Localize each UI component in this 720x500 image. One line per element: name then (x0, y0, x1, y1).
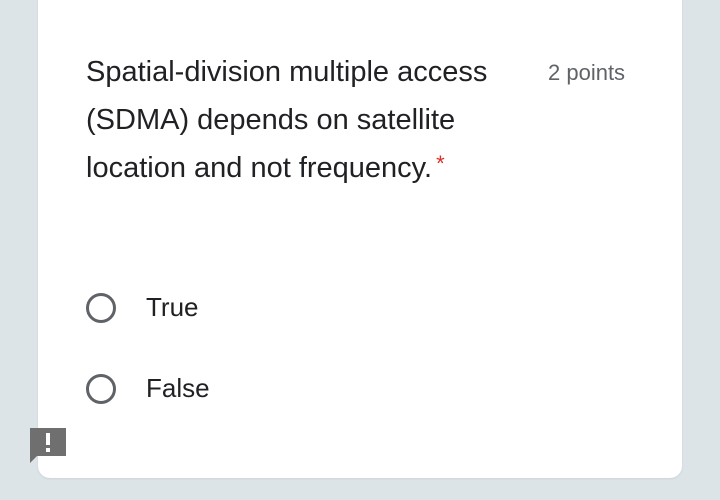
option-false[interactable]: False (86, 373, 210, 404)
report-problem-icon (30, 428, 66, 463)
points-label: 2 points (548, 60, 626, 85)
required-asterisk: * (436, 151, 445, 176)
question-text: Spatial-division multiple access (SDMA) … (86, 56, 488, 184)
question-title: Spatial-division multiple access (SDMA) … (86, 48, 506, 192)
option-label-true: True (146, 292, 199, 322)
report-problem-button[interactable] (27, 425, 69, 465)
option-true[interactable]: True (86, 292, 199, 323)
option-label-false: False (146, 373, 210, 403)
radio-button-true[interactable] (86, 292, 116, 323)
radio-button-false[interactable] (86, 373, 116, 404)
